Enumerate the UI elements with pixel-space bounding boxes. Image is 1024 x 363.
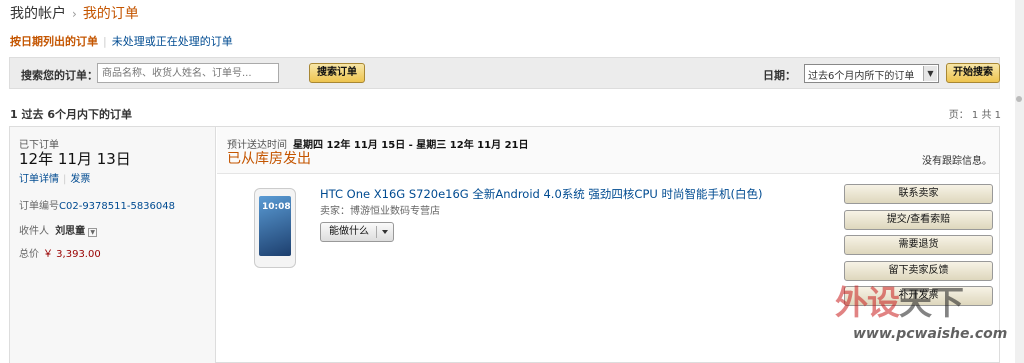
- order-filter-nav: 按日期列出的订单 | 未处理或正在处理的订单: [10, 33, 233, 49]
- total-label: 总价: [19, 249, 39, 260]
- actions-dropdown-button[interactable]: 能做什么: [320, 222, 394, 242]
- dropdown-divider: [376, 226, 377, 238]
- total-row: 总价 ￥ 3,393.00: [19, 245, 101, 260]
- order-number-label: 订单编号: [19, 201, 59, 212]
- scrollbar[interactable]: [1015, 0, 1024, 363]
- product-image[interactable]: 10:08: [254, 188, 296, 268]
- phone-clock: 10:08: [262, 202, 291, 212]
- total-price: ￥ 3,393.00: [43, 249, 101, 260]
- shipment-header: 预计送达时间 星期四 12年 11月 15日 - 星期三 12年 11月 21日 …: [217, 127, 999, 174]
- order-summary-panel: 已下订单 12年 11月 13日 订单详情 | 发票 订单编号C02-9378511…: [10, 127, 216, 363]
- start-search-button[interactable]: 开始搜索: [946, 63, 1000, 83]
- breadcrumb-my-account-link[interactable]: 我的帐户: [10, 6, 66, 22]
- recipient-label: 收件人: [19, 226, 49, 237]
- placed-date: 12年 11月 13日: [19, 150, 131, 168]
- date-range-select[interactable]: 过去6个月内所下的订单 ▼: [804, 64, 939, 83]
- invoice-link[interactable]: 发票: [70, 174, 90, 185]
- watermark-url: www.pcwaishe.com: [853, 326, 1008, 342]
- scrollbar-marker: [1016, 96, 1022, 102]
- actions-label: 能做什么: [329, 226, 369, 237]
- seller-info: 卖家：博游恒业数码专营店: [320, 206, 440, 217]
- search-label: 搜索您的订单：: [21, 69, 98, 82]
- watermark: 外设天下 www.pcwaishe.com: [835, 276, 1015, 358]
- contact-seller-button[interactable]: 联系卖家: [844, 184, 993, 204]
- order-number-row: 订单编号C02-9378511-5836048: [19, 197, 175, 212]
- chevron-down-icon: [382, 230, 388, 234]
- results-summary: 1 过去 6个月内下的订单: [10, 108, 132, 121]
- recipient-name[interactable]: 刘思童: [55, 226, 85, 237]
- breadcrumb-current: 我的订单: [82, 6, 139, 22]
- recipient-row: 收件人 刘思童 ▼: [19, 222, 98, 237]
- tab-open-orders[interactable]: 未处理或正在处理的订单: [112, 35, 233, 48]
- watermark-brand-b: 天下: [899, 283, 964, 322]
- order-links: 订单详情 | 发票: [19, 170, 90, 185]
- order-number[interactable]: C02-9378511-5836048: [59, 201, 175, 212]
- nav-divider: |: [103, 35, 107, 48]
- link-divider: |: [63, 174, 67, 185]
- chevron-down-icon[interactable]: ▼: [923, 66, 937, 81]
- delivery-range: 星期四 12年 11月 15日 - 星期三 12年 11月 21日: [293, 140, 529, 151]
- order-details-link[interactable]: 订单详情: [19, 174, 59, 185]
- return-request-button[interactable]: 需要退货: [844, 235, 993, 255]
- submit-claim-button[interactable]: 提交/查看索赔: [844, 210, 993, 230]
- order-search-input[interactable]: [97, 63, 279, 83]
- product-title-link[interactable]: HTC One X16G S720e16G 全新Android 4.0系统 强劲…: [320, 186, 762, 202]
- watermark-logo: 外设天下: [835, 276, 964, 324]
- watermark-brand-a: 外设: [835, 283, 900, 322]
- tab-orders-by-date[interactable]: 按日期列出的订单: [10, 35, 98, 48]
- pagination: 页： 1 共 1: [948, 110, 1001, 121]
- breadcrumb: 我的帐户 › 我的订单: [10, 3, 139, 23]
- phone-screen: 10:08: [259, 196, 291, 256]
- date-label: 日期：: [763, 69, 796, 82]
- order-search-bar: 搜索您的订单： 搜索订单 日期： 过去6个月内所下的订单 ▼ 开始搜索: [9, 57, 1000, 89]
- expand-recipient-icon[interactable]: ▼: [88, 228, 98, 237]
- date-range-value: 过去6个月内所下的订单: [808, 71, 915, 82]
- shipment-status: 已从库房发出: [227, 151, 311, 167]
- tracking-info: 没有跟踪信息。: [922, 156, 992, 167]
- breadcrumb-separator: ›: [72, 7, 77, 21]
- search-orders-button[interactable]: 搜索订单: [309, 63, 365, 83]
